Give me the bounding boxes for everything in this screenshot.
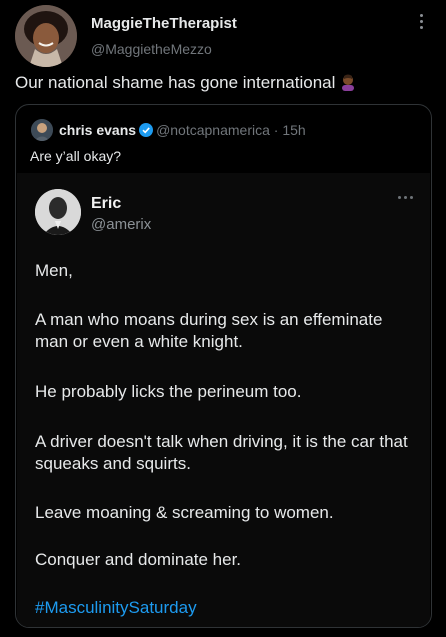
- verified-badge-icon: [139, 123, 154, 140]
- quote-text: Are y’all okay?: [30, 148, 122, 164]
- woman-facepalming-emoji-icon: [339, 73, 357, 96]
- embedded-author-handle: @amerix: [91, 216, 152, 233]
- embedded-paragraph: He probably licks the perineum too.: [35, 382, 302, 401]
- embedded-paragraph: Leave moaning & screaming to women.: [35, 503, 334, 522]
- author-avatar-image: [15, 5, 77, 67]
- embedded-author-avatar: [35, 189, 81, 235]
- embedded-post-image: Eric @amerix Men, A man who moans during…: [17, 173, 430, 627]
- author-avatar[interactable]: [15, 5, 77, 67]
- tweet-text-content: Our national shame has gone internationa…: [15, 73, 336, 92]
- embedded-author-name: Eric: [91, 195, 122, 212]
- quote-tweet-card[interactable]: chris evans @notcapnamerica · 15h Are y’…: [15, 104, 432, 628]
- more-horizontal-icon: [398, 196, 413, 199]
- embedded-paragraph: A man who moans during sex is an effemin…: [35, 310, 383, 351]
- embedded-paragraph: Conquer and dominate her.: [35, 550, 242, 569]
- embedded-paragraph: Men,: [35, 261, 73, 280]
- more-vertical-icon[interactable]: [420, 14, 424, 32]
- tweet-text: Our national shame has gone internationa…: [15, 73, 357, 96]
- author-handle[interactable]: @MaggietheMezzo: [91, 41, 212, 57]
- author-name[interactable]: MaggieTheTherapist: [91, 15, 237, 32]
- embedded-paragraph: A driver doesn't talk when driving, it i…: [35, 432, 408, 473]
- quote-author-name[interactable]: chris evans: [59, 122, 136, 138]
- quote-author-handle[interactable]: @notcapnamerica: [156, 122, 270, 138]
- quote-author-avatar[interactable]: [31, 119, 53, 141]
- quote-timestamp[interactable]: · 15h: [274, 122, 306, 138]
- quote-header: chris evans @notcapnamerica · 15h: [59, 122, 306, 140]
- hashtag-link: #MasculinitySaturday: [35, 598, 197, 617]
